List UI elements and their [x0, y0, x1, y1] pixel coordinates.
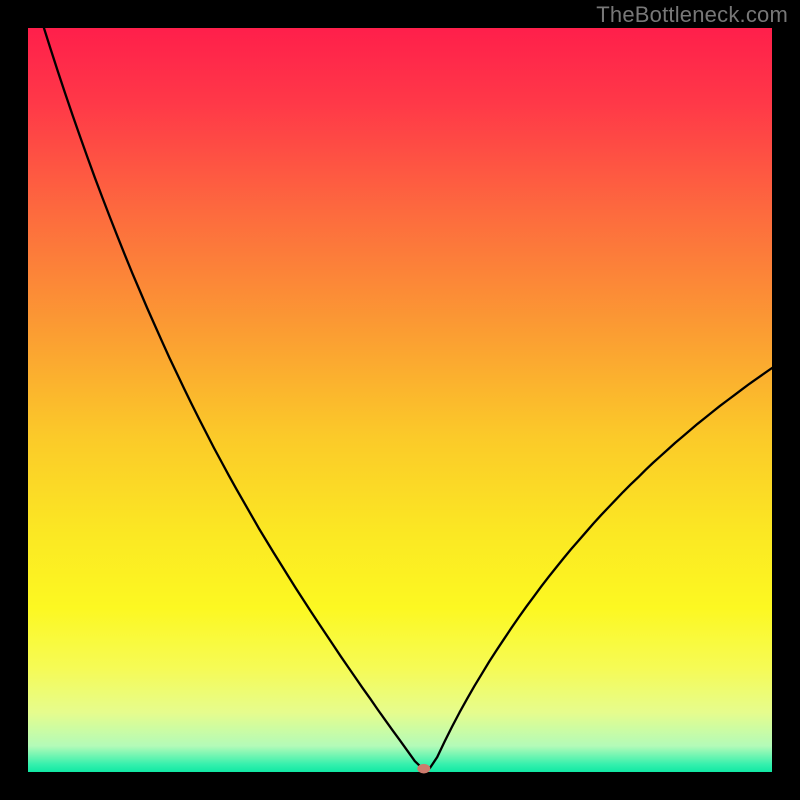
optimum-marker — [417, 764, 430, 774]
plot-background — [28, 28, 772, 772]
bottleneck-chart — [0, 0, 800, 800]
chart-container: TheBottleneck.com — [0, 0, 800, 800]
watermark-label: TheBottleneck.com — [596, 2, 788, 28]
